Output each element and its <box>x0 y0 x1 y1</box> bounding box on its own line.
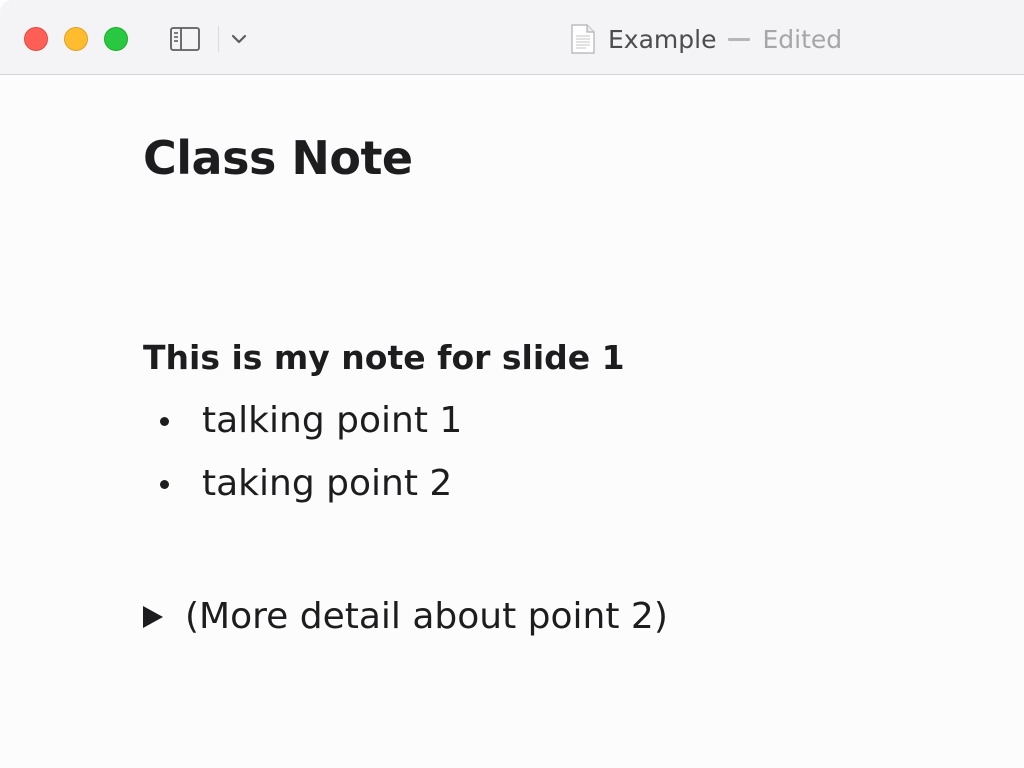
page-title[interactable]: Class Note <box>143 128 413 188</box>
zoom-button[interactable] <box>104 27 128 51</box>
app-window: Example Edited Class Note This is my not… <box>0 0 1024 768</box>
sidebar-menu-button[interactable] <box>226 26 252 52</box>
toolbar-divider <box>218 26 219 52</box>
list-item-text[interactable]: talking point 1 <box>202 398 462 444</box>
document-status: Edited <box>762 24 843 54</box>
disclosure-label[interactable]: (More detail about point 2) <box>185 594 668 640</box>
bullet-icon <box>160 480 169 489</box>
list-item-text[interactable]: taking point 2 <box>202 461 452 507</box>
chevron-down-icon <box>231 34 247 44</box>
title-bar: Example Edited <box>0 0 1024 75</box>
window-title[interactable]: Example Edited <box>570 22 842 56</box>
disclosure-toggle[interactable]: (More detail about point 2) <box>143 594 668 640</box>
disclosure-triangle-icon[interactable] <box>143 606 163 628</box>
minimize-button[interactable] <box>64 27 88 51</box>
document-title: Example <box>608 24 717 54</box>
sidebar-icon <box>170 27 200 51</box>
bullet-icon <box>160 417 169 426</box>
close-button[interactable] <box>24 27 48 51</box>
section-heading[interactable]: This is my note for slide 1 <box>143 336 625 380</box>
document-icon <box>571 24 595 54</box>
title-separator <box>728 37 751 41</box>
sidebar-toggle-button[interactable] <box>166 22 204 56</box>
